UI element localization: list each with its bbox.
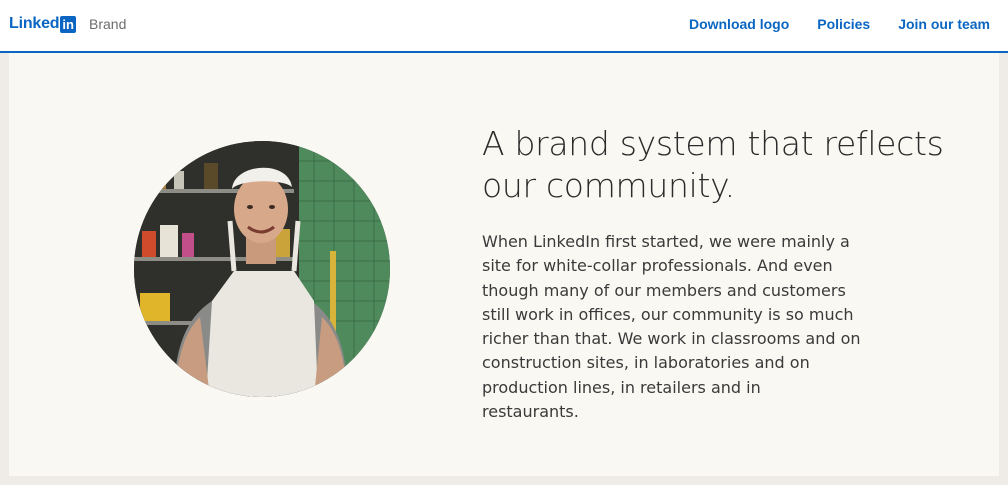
hero-photo xyxy=(134,141,390,397)
main-nav: Download logo Policies Join our team xyxy=(689,16,990,32)
hero-panel: A brand system that reflects our communi… xyxy=(9,53,999,476)
nav-download-logo[interactable]: Download logo xyxy=(689,16,789,32)
nav-policies[interactable]: Policies xyxy=(817,16,870,32)
brand-label: Brand xyxy=(89,16,127,32)
logo-wordmark: Linked xyxy=(9,15,60,32)
nav-join-our-team[interactable]: Join our team xyxy=(898,16,990,32)
linkedin-logo[interactable]: Linked in xyxy=(9,15,76,33)
logo-in-badge: in xyxy=(60,15,76,33)
hero-body-text: When LinkedIn first started, we were mai… xyxy=(482,232,861,422)
hero-headline: A brand system that reflects our communi… xyxy=(482,124,944,205)
site-header: Linked in Brand Download logo Policies J… xyxy=(0,0,1008,53)
